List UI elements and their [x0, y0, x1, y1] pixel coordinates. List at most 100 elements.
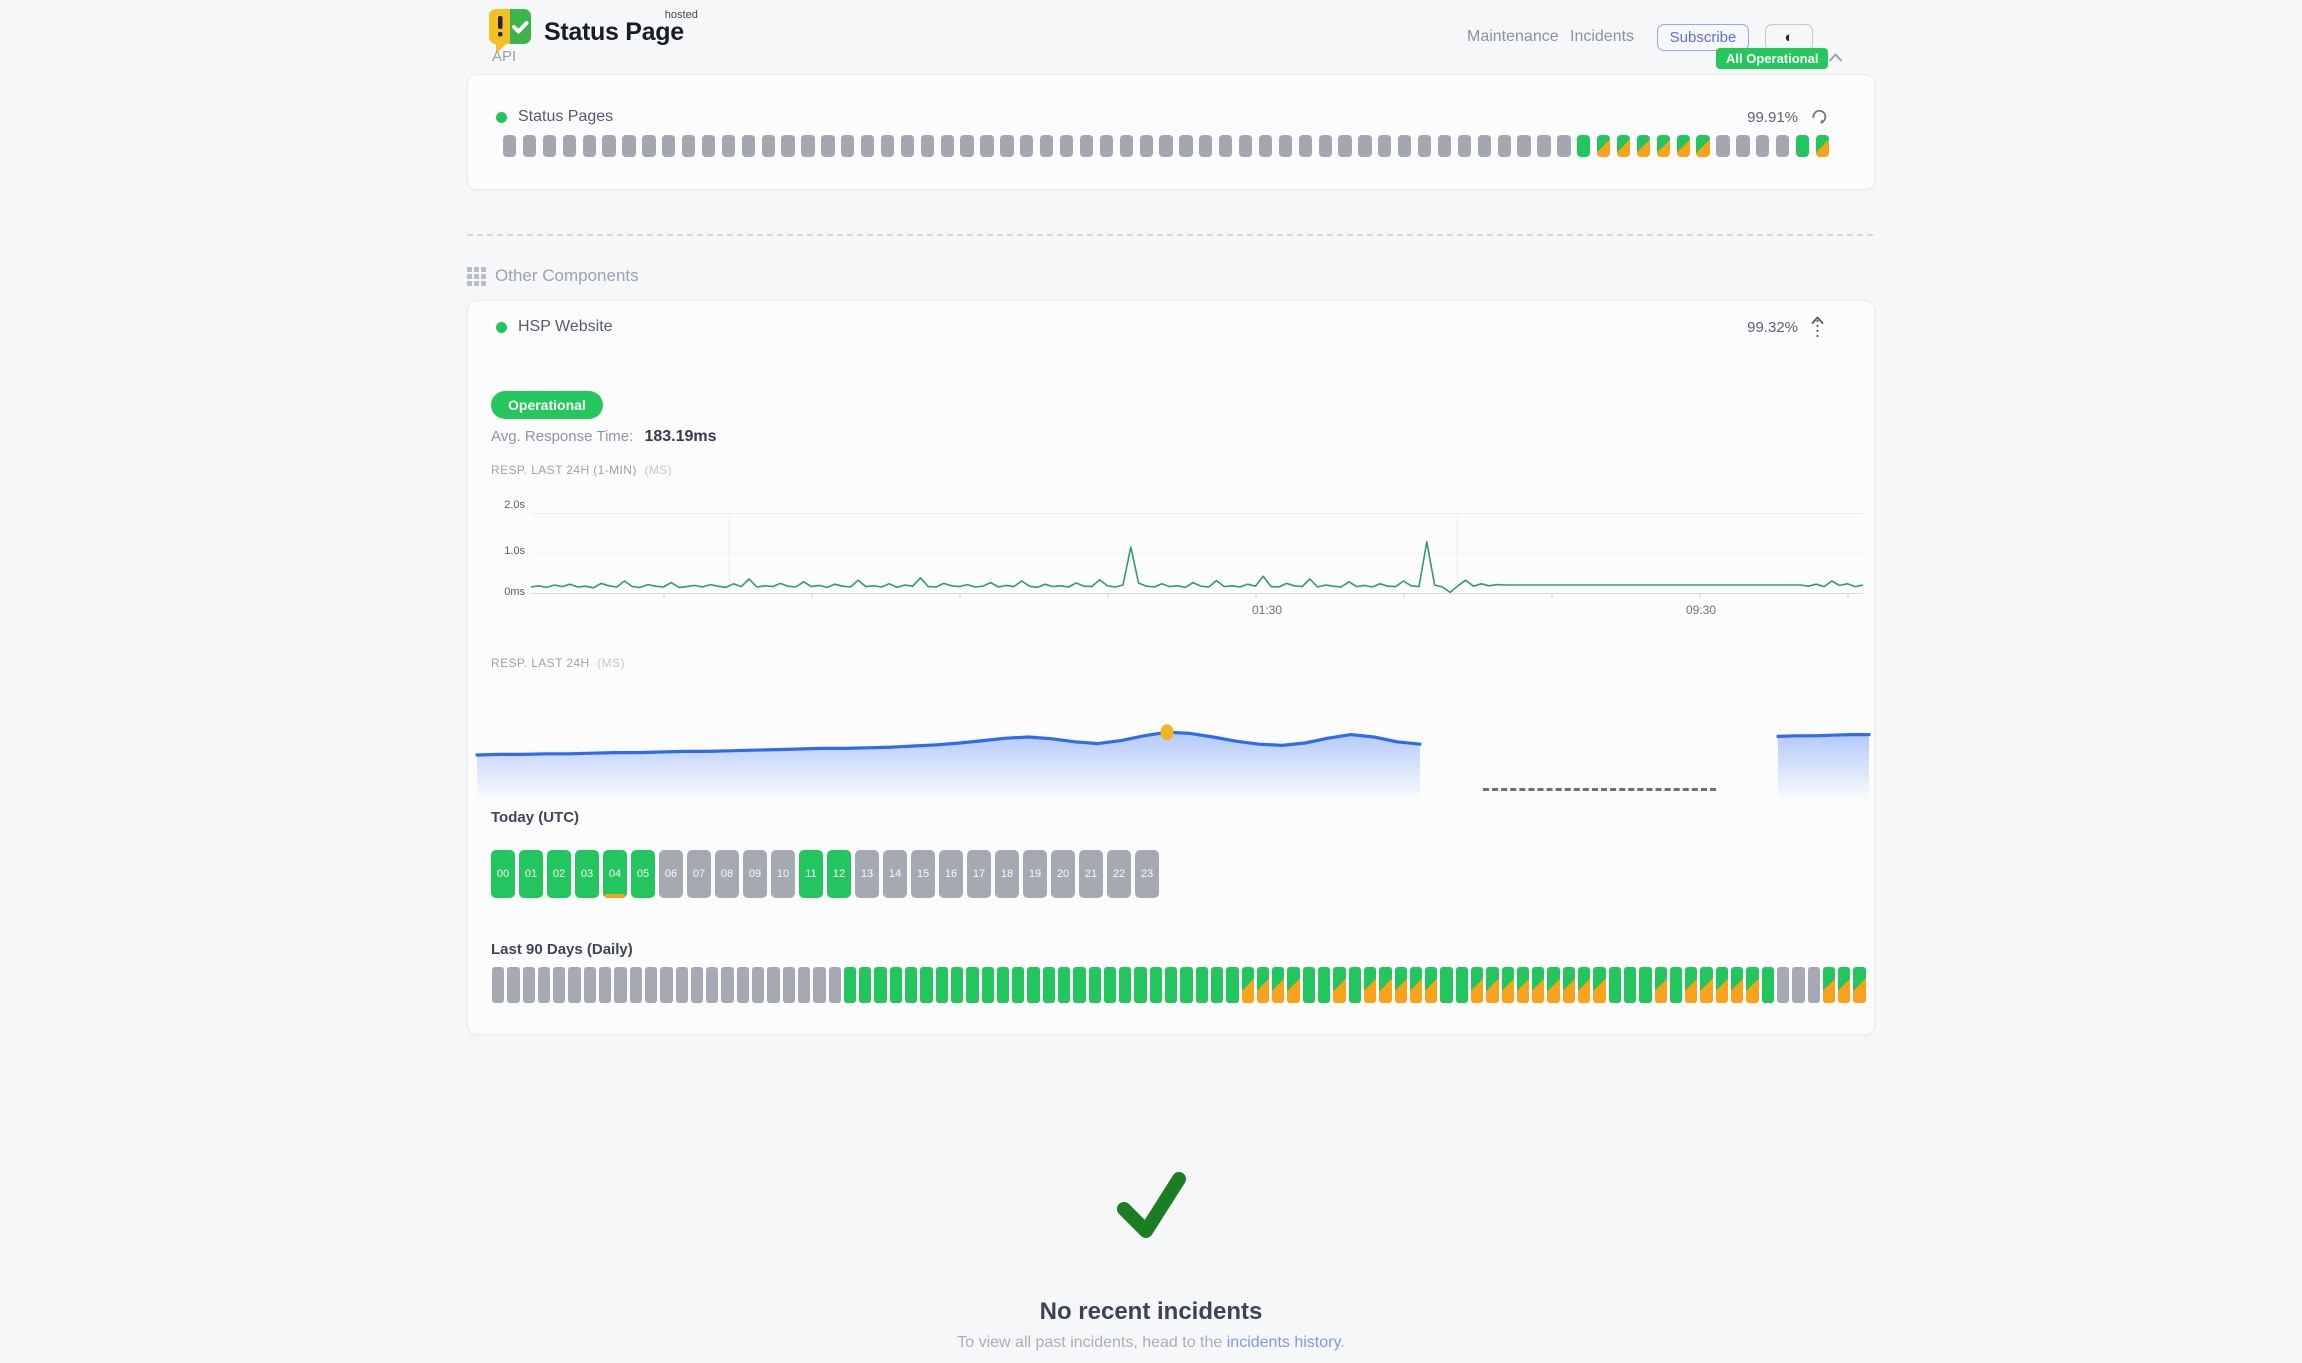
uptime-bar[interactable]	[1140, 135, 1153, 157]
hour-block-21[interactable]: 21	[1079, 850, 1103, 898]
uptime-bar[interactable]	[583, 135, 596, 157]
hour-block-05[interactable]: 05	[631, 850, 655, 898]
hour-block-00[interactable]: 00	[491, 850, 515, 898]
day-block[interactable]	[1027, 967, 1039, 1003]
day-block[interactable]	[1808, 967, 1820, 1003]
day-block[interactable]	[752, 967, 764, 1003]
uptime-bar[interactable]	[1537, 135, 1550, 157]
uptime-bar[interactable]	[941, 135, 954, 157]
uptime-bar[interactable]	[1498, 135, 1511, 157]
day-block[interactable]	[905, 967, 917, 1003]
day-block[interactable]	[1593, 967, 1605, 1003]
uptime-bar[interactable]	[602, 135, 615, 157]
day-block[interactable]	[660, 967, 672, 1003]
day-block[interactable]	[1517, 967, 1529, 1003]
uptime-bar[interactable]	[1199, 135, 1212, 157]
day-block[interactable]	[966, 967, 978, 1003]
day-block[interactable]	[1563, 967, 1575, 1003]
day-block[interactable]	[1609, 967, 1621, 1003]
hour-block-23[interactable]: 23	[1135, 850, 1159, 898]
uptime-bar[interactable]	[702, 135, 715, 157]
day-block[interactable]	[874, 967, 886, 1003]
day-block[interactable]	[1012, 967, 1024, 1003]
day-block[interactable]	[492, 967, 504, 1003]
day-block[interactable]	[584, 967, 596, 1003]
day-block[interactable]	[890, 967, 902, 1003]
day-block[interactable]	[1700, 967, 1712, 1003]
day-block[interactable]	[1089, 967, 1101, 1003]
uptime-bar[interactable]	[543, 135, 556, 157]
day-block[interactable]	[1150, 967, 1162, 1003]
uptime-bar[interactable]	[801, 135, 814, 157]
uptime-bar[interactable]	[1319, 135, 1332, 157]
uptime-bar[interactable]	[1100, 135, 1113, 157]
day-block[interactable]	[997, 967, 1009, 1003]
refresh-button[interactable]	[1811, 109, 1829, 128]
uptime-bar[interactable]	[1120, 135, 1133, 157]
day-block[interactable]	[1838, 967, 1850, 1003]
uptime-bar[interactable]	[1000, 135, 1013, 157]
day-block[interactable]	[737, 967, 749, 1003]
logo[interactable]: Status Page hosted	[488, 8, 684, 56]
uptime-bar[interactable]	[722, 135, 735, 157]
uptime-bar[interactable]	[960, 135, 973, 157]
day-block[interactable]	[920, 967, 932, 1003]
uptime-bar[interactable]	[622, 135, 635, 157]
day-block[interactable]	[553, 967, 565, 1003]
day-block[interactable]	[1502, 967, 1514, 1003]
uptime-bar[interactable]	[1657, 135, 1670, 157]
uptime-bar[interactable]	[762, 135, 775, 157]
day-block[interactable]	[1440, 967, 1452, 1003]
hour-block-08[interactable]: 08	[715, 850, 739, 898]
hour-block-06[interactable]: 06	[659, 850, 683, 898]
day-block[interactable]	[614, 967, 626, 1003]
day-block[interactable]	[1364, 967, 1376, 1003]
day-block[interactable]	[1639, 967, 1651, 1003]
hour-block-20[interactable]: 20	[1051, 850, 1075, 898]
day-block[interactable]	[1395, 967, 1407, 1003]
day-block[interactable]	[1303, 967, 1315, 1003]
uptime-bar[interactable]	[642, 135, 655, 157]
uptime-bar[interactable]	[682, 135, 695, 157]
day-block[interactable]	[1792, 967, 1804, 1003]
hour-block-17[interactable]: 17	[967, 850, 991, 898]
day-block[interactable]	[1349, 967, 1361, 1003]
day-block[interactable]	[568, 967, 580, 1003]
uptime-bar[interactable]	[1478, 135, 1491, 157]
day-block[interactable]	[1318, 967, 1330, 1003]
day-block[interactable]	[1655, 967, 1667, 1003]
uptime-bar[interactable]	[503, 135, 516, 157]
day-block[interactable]	[1731, 967, 1743, 1003]
uptime-bar[interactable]	[1736, 135, 1749, 157]
day-block[interactable]	[1823, 967, 1835, 1003]
day-block[interactable]	[599, 967, 611, 1003]
uptime-bar[interactable]	[821, 135, 834, 157]
uptime-bar[interactable]	[1040, 135, 1053, 157]
uptime-bar[interactable]	[1557, 135, 1570, 157]
day-block[interactable]	[1257, 967, 1269, 1003]
uptime-bar[interactable]	[881, 135, 894, 157]
hour-block-09[interactable]: 09	[743, 850, 767, 898]
chevron-up-icon[interactable]	[1828, 52, 1843, 63]
day-block[interactable]	[706, 967, 718, 1003]
incidents-history-link[interactable]: incidents history	[1227, 1334, 1341, 1351]
day-block[interactable]	[1242, 967, 1254, 1003]
uptime-bar[interactable]	[921, 135, 934, 157]
day-block[interactable]	[523, 967, 535, 1003]
hour-block-19[interactable]: 19	[1023, 850, 1047, 898]
uptime-bar[interactable]	[1438, 135, 1451, 157]
uptime-bar[interactable]	[1299, 135, 1312, 157]
uptime-bar[interactable]	[1577, 135, 1590, 157]
hour-block-16[interactable]: 16	[939, 850, 963, 898]
day-block[interactable]	[798, 967, 810, 1003]
day-block[interactable]	[1333, 967, 1345, 1003]
uptime-bar[interactable]	[1398, 135, 1411, 157]
day-block[interactable]	[645, 967, 657, 1003]
hour-block-18[interactable]: 18	[995, 850, 1019, 898]
day-block[interactable]	[1777, 967, 1789, 1003]
hour-block-22[interactable]: 22	[1107, 850, 1131, 898]
uptime-bar[interactable]	[1796, 135, 1809, 157]
day-block[interactable]	[1685, 967, 1697, 1003]
day-block[interactable]	[1180, 967, 1192, 1003]
day-block[interactable]	[1104, 967, 1116, 1003]
